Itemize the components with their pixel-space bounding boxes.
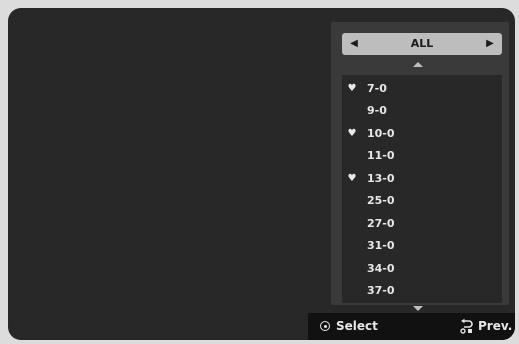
channel-filter-value: ALL [410,37,434,50]
select-hint-label: Select [336,319,378,333]
channel-number: 34-0 [367,262,395,275]
channel-row[interactable]: ♥ 10-0 [342,123,502,145]
channel-row[interactable]: 27-0 [342,213,502,235]
channel-number: 37-0 [367,284,395,297]
channel-row[interactable]: ♥ 13-0 [342,168,502,190]
channel-number: 10-0 [367,127,395,140]
channel-row[interactable]: 31-0 [342,235,502,257]
enter-button-icon [320,321,330,331]
channel-number: 9-0 [367,104,387,117]
channel-number: 25-0 [367,194,395,207]
return-icon [460,318,473,334]
triangle-left-icon[interactable]: ◀ [344,33,364,55]
channel-number: 31-0 [367,239,395,252]
channel-row[interactable]: 25-0 [342,190,502,212]
scroll-down-icon[interactable] [413,306,423,311]
heart-icon: ♥ [347,83,357,94]
channel-row[interactable]: 11-0 [342,145,502,167]
channel-list-panel: ◀ ALL ▶ ♥ 7-0 9-0 ♥ 10-0 11-0 ♥ 13-0 25-… [331,22,509,311]
channel-row[interactable]: 9-0 [342,100,502,122]
heart-icon: ♥ [347,173,357,184]
channel-number: 13-0 [367,172,395,185]
tv-screen: ◀ ALL ▶ ♥ 7-0 9-0 ♥ 10-0 11-0 ♥ 13-0 25-… [8,8,515,340]
footer-hint-bar: Select Prev. [308,313,515,340]
channel-number: 11-0 [367,149,395,162]
channel-number: 7-0 [367,82,387,95]
heart-icon: ♥ [347,128,357,139]
channel-row[interactable]: ♥ 7-0 [342,78,502,100]
channel-row[interactable]: 34-0 [342,258,502,280]
channel-list: ♥ 7-0 9-0 ♥ 10-0 11-0 ♥ 13-0 25-0 27-0 3… [342,75,502,303]
prev-hint-label: Prev. [478,319,513,333]
triangle-right-icon[interactable]: ▶ [480,33,500,55]
channel-filter-selector[interactable]: ◀ ALL ▶ [342,33,502,55]
scroll-up-icon[interactable] [413,62,423,67]
channel-number: 27-0 [367,217,395,230]
channel-row[interactable]: 37-0 [342,280,502,302]
